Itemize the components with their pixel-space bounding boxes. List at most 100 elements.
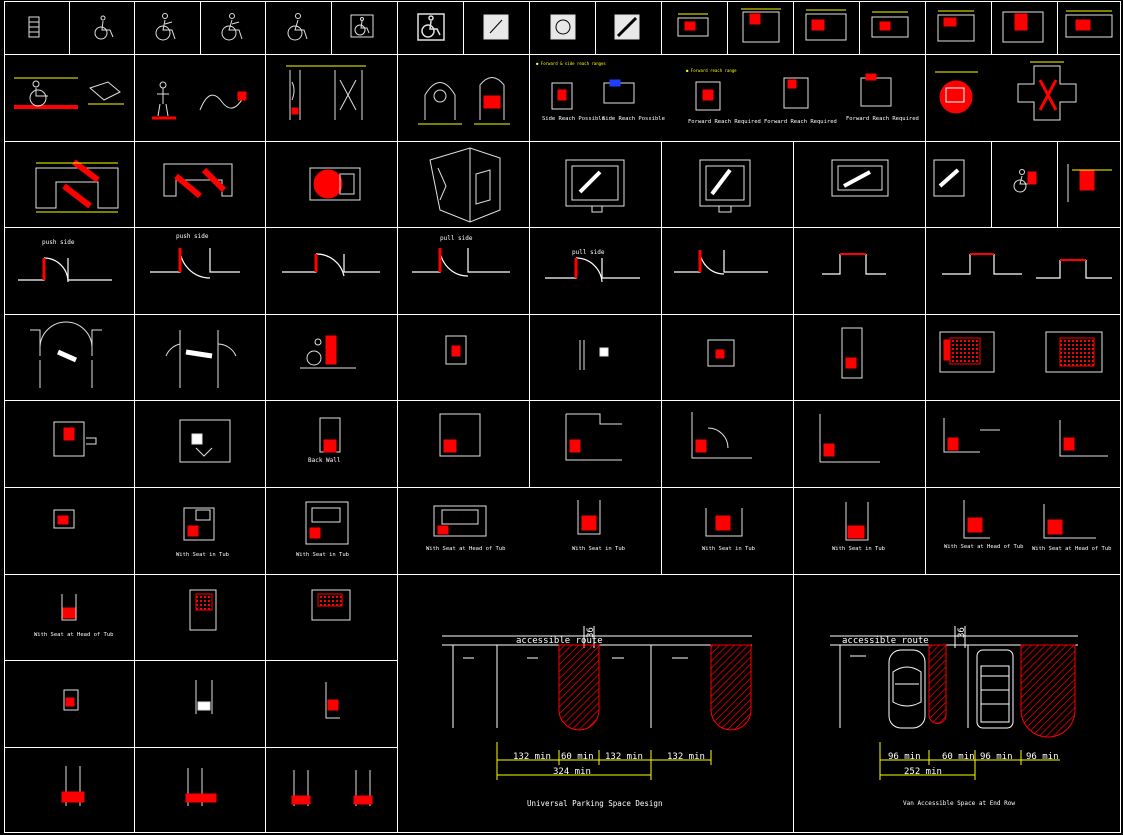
bathtub-plan (433, 505, 487, 537)
dimension-total-label: 252 min (904, 767, 942, 777)
corridor-door-plan (30, 321, 102, 388)
pull-side-label: pull side (572, 249, 605, 256)
wheelchair-icon (287, 13, 308, 41)
dimension-label: 96 min (888, 752, 921, 762)
toilet-stall-plan (841, 327, 863, 379)
door-approach-plan (545, 257, 640, 283)
control-panel-detail (1067, 164, 1112, 202)
stall-plan-symbol (871, 11, 909, 38)
lavatory-plan (579, 340, 609, 370)
bathtub-plan (53, 509, 75, 529)
water-closet-plan (943, 418, 1108, 457)
elevator-3d-detail (429, 147, 501, 223)
grab-bar-symbol (28, 16, 40, 38)
elevator-car-plan (831, 159, 889, 197)
accessible-route-label: accessible route (842, 636, 929, 646)
elevator-car-plan (699, 159, 751, 213)
row-6-labels: With Seat in Tub With Seat in Tub With S… (176, 544, 1111, 558)
dimension-label: 132 min (667, 752, 705, 762)
door-approach-plan (674, 249, 768, 275)
clear-floor-space-detail (309, 167, 361, 201)
back-wall-label: Back Wall (308, 457, 341, 464)
elevator-car-plan (933, 159, 965, 197)
svg-text:● Forward & side reach ranges: ● Forward & side reach ranges (536, 61, 606, 66)
dimension-label: 60 min (561, 752, 594, 762)
door-approach-plan (18, 257, 112, 283)
stall-plan-symbol (1002, 11, 1044, 43)
wheelchair-icon (94, 15, 114, 40)
wheelchair-at-fixture-detail (300, 335, 356, 369)
stall-plan-symbol (741, 8, 781, 43)
access-aisle-hatch (558, 644, 600, 731)
dimension-total-label: 324 min (553, 767, 591, 777)
bathtub-plan (963, 500, 1096, 539)
row-1-labels: Side Reach Possible Side Reach Possible … (542, 116, 919, 125)
wheelchair-side-approach-detail (14, 77, 124, 109)
elevator-car-plan (565, 159, 625, 213)
water-closet-plan (439, 413, 481, 457)
door-approach-plan (412, 247, 510, 277)
diagram-title: Universal Parking Space Design (527, 799, 662, 808)
row-3-door-approaches: push side push side pull side pull side (18, 233, 1112, 283)
row-3-labels: push side push side pull side pull side (42, 233, 605, 256)
push-side-label: push side (42, 239, 75, 246)
forward-reach-label: Forward Reach Required (846, 116, 919, 122)
bathtub-plan (183, 507, 215, 541)
cad-drawing-sheet: ● Forward & side reach ranges ● Forward … (4, 1, 1121, 833)
lavatory-plan (707, 339, 735, 367)
water-closet-plan (185, 768, 217, 806)
toilet-plan-symbol (677, 13, 709, 37)
shower-plan (939, 331, 995, 373)
l-turn-detail (163, 163, 233, 199)
svg-text:● Forward reach range: ● Forward reach range (686, 68, 737, 73)
tub-caption: With Seat in Tub (176, 552, 229, 558)
water-closet-plan (179, 419, 231, 463)
wheelchair-side-approach-detail (1013, 169, 1037, 193)
water-closet-plan (291, 770, 373, 806)
row-6-bathtubs: With Seat in Tub With Seat in Tub With S… (53, 500, 1111, 558)
door-approach-plan (942, 253, 1112, 279)
route-width-label: 36 (586, 627, 596, 638)
door-approach-plan (150, 247, 240, 279)
stall-plan-symbol (937, 10, 975, 42)
row-4-restroom-details (30, 321, 1103, 388)
bathtub-plan (705, 508, 743, 537)
tub-caption: With Seat in Tub (702, 546, 755, 552)
push-side-label: push side (176, 233, 209, 240)
lavatory-plan (325, 682, 340, 719)
universal-parking-diagram: accessible route 36 132 min 60 min 132 m… (442, 626, 752, 808)
bathtub-plan (189, 589, 217, 631)
lower-left-details: With Seat at Head of Tub (34, 589, 373, 806)
tub-caption: With Seat at Head of Tub (34, 632, 113, 638)
bathtub-plan (311, 589, 351, 621)
access-aisle-hatch (928, 644, 947, 724)
accessibility-sign-icon (550, 14, 576, 40)
dimension-label: 60 min (942, 752, 975, 762)
bathtub-plan (305, 501, 349, 545)
water-closet-plan (565, 413, 622, 461)
water-closet-plan: Back Wall (308, 417, 341, 464)
lavatory-plan (63, 689, 79, 711)
dimension-label: 132 min (605, 752, 643, 762)
stall-plan-symbol (1065, 10, 1113, 38)
water-closet-plan (53, 421, 97, 457)
lavatory-plan (445, 335, 467, 365)
side-reach-label: Side Reach Possible (602, 116, 665, 122)
tub-caption: With Seat at Head of Tub (426, 546, 505, 552)
dimension-label: 96 min (1026, 752, 1059, 762)
reach-range-detail (152, 81, 247, 120)
door-approach-plan (822, 253, 886, 275)
wheelchair-icon (155, 13, 176, 41)
wheelchair-icon (221, 13, 243, 41)
route-width-label: 36 (957, 627, 967, 638)
tub-caption: With Seat at Head of Tub (1032, 546, 1111, 552)
water-closet-plan (61, 766, 85, 806)
accessibility-sign-icon (483, 14, 509, 40)
l-turn-detail (35, 159, 119, 213)
t-turn-space-detail (1017, 61, 1077, 121)
turning-circle-detail (935, 71, 978, 114)
bathtub-plan (845, 502, 869, 541)
water-closet-plan (691, 412, 752, 459)
corridor-door-plan (165, 330, 237, 388)
tub-caption: With Seat in Tub (572, 546, 625, 552)
